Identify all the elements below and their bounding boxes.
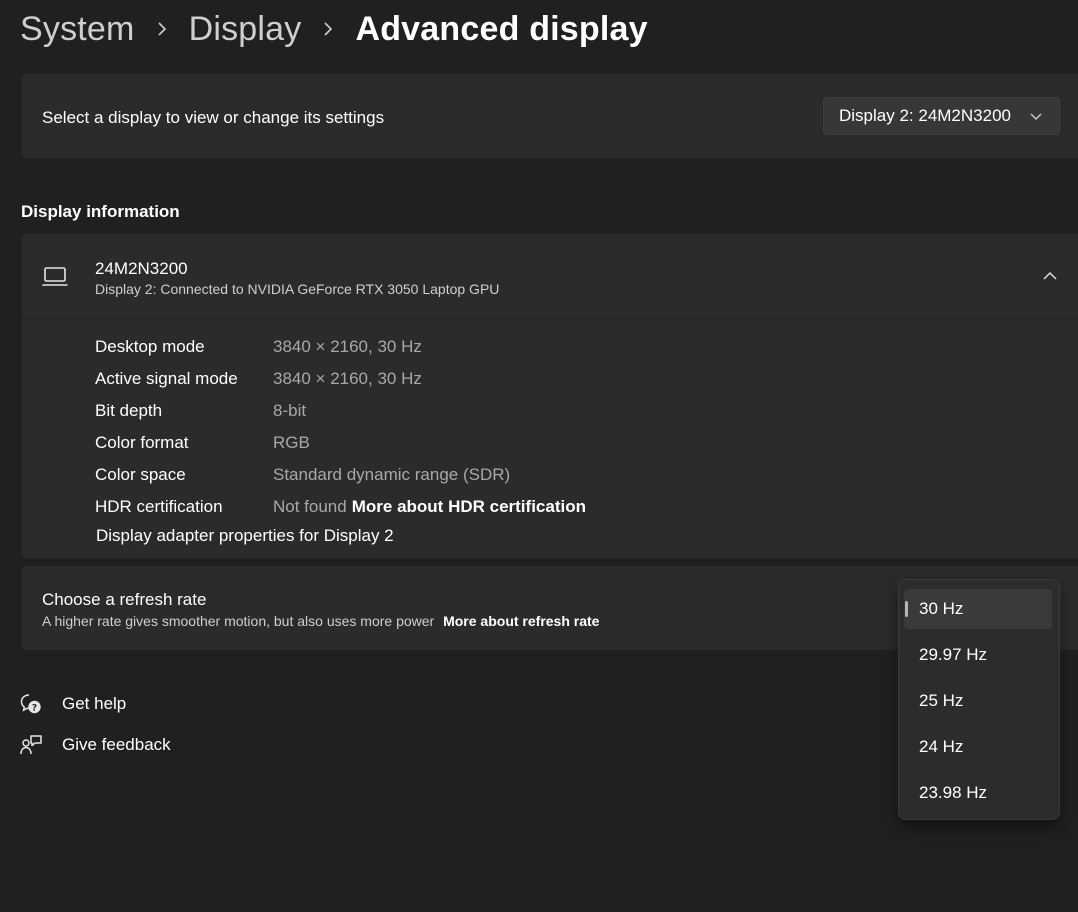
info-row-desktop-mode: Desktop mode 3840 × 2160, 30 Hz	[95, 331, 586, 363]
laptop-icon	[42, 267, 68, 286]
refresh-rate-title: Choose a refresh rate	[42, 590, 207, 609]
breadcrumb: System Display Advanced display	[20, 6, 648, 52]
page-title: Advanced display	[355, 10, 648, 48]
info-row-active-signal-mode: Active signal mode 3840 × 2160, 30 Hz	[95, 363, 586, 395]
info-key: Color space	[95, 465, 186, 484]
display-select-dropdown[interactable]: Display 2: 24M2N3200	[823, 97, 1060, 135]
breadcrumb-display[interactable]: Display	[189, 7, 302, 51]
display-name: 24M2N3200	[95, 259, 188, 278]
chevron-up-icon[interactable]	[1042, 268, 1058, 284]
chevron-right-icon	[301, 22, 355, 36]
info-row-color-format: Color format RGB	[95, 427, 586, 459]
display-info-details: Desktop mode 3840 × 2160, 30 Hz Active s…	[22, 319, 1078, 558]
refresh-option-label: 24 Hz	[919, 737, 964, 756]
info-value: Standard dynamic range (SDR)	[273, 465, 511, 484]
refresh-option-23-98hz[interactable]: 23.98 Hz	[904, 773, 1052, 813]
chevron-down-icon	[1030, 113, 1042, 120]
refresh-rate-dropdown-menu: 30 Hz 29.97 Hz 25 Hz 24 Hz 23.98 Hz	[898, 579, 1060, 820]
display-info-rows: Desktop mode 3840 × 2160, 30 Hz Active s…	[95, 331, 586, 523]
info-value: RGB	[273, 433, 310, 452]
info-row-hdr-certification: HDR certification Not found More about H…	[95, 491, 586, 523]
display-select-value: Display 2: 24M2N3200	[839, 106, 1011, 125]
info-key: Active signal mode	[95, 369, 238, 388]
refresh-option-25hz[interactable]: 25 Hz	[904, 681, 1052, 721]
info-row-bit-depth: Bit depth 8-bit	[95, 395, 586, 427]
display-connection: Display 2: Connected to NVIDIA GeForce R…	[95, 281, 500, 297]
refresh-option-29-97hz[interactable]: 29.97 Hz	[904, 635, 1052, 675]
refresh-option-30hz[interactable]: 30 Hz	[904, 589, 1052, 629]
selection-indicator	[905, 601, 908, 617]
help-chat-icon: ?	[20, 694, 41, 714]
advanced-display-page: System Display Advanced display Select a…	[0, 0, 1078, 912]
info-key: Color format	[95, 433, 189, 452]
svg-text:?: ?	[32, 704, 37, 714]
info-value: 3840 × 2160, 30 Hz	[273, 369, 422, 388]
display-information-heading: Display information	[21, 202, 180, 221]
info-key: Bit depth	[95, 401, 163, 420]
feedback-icon	[20, 735, 42, 755]
refresh-rate-description-text: A higher rate gives smoother motion, but…	[42, 613, 435, 629]
info-value: 8-bit	[273, 401, 307, 420]
info-key: Desktop mode	[95, 337, 205, 356]
hdr-certification-link[interactable]: More about HDR certification	[352, 497, 586, 517]
info-key: HDR certification	[95, 497, 223, 516]
give-feedback-link[interactable]: Give feedback	[20, 734, 171, 756]
breadcrumb-system[interactable]: System	[20, 7, 135, 51]
get-help-link[interactable]: ? Get help	[20, 693, 126, 715]
refresh-option-label: 29.97 Hz	[919, 645, 988, 664]
info-value: 3840 × 2160, 30 Hz	[273, 337, 422, 356]
refresh-rate-link[interactable]: More about refresh rate	[443, 613, 599, 629]
select-display-card: Select a display to view or change its s…	[22, 74, 1078, 158]
display-adapter-properties-link[interactable]: Display adapter properties for Display 2	[96, 526, 394, 546]
refresh-option-label: 25 Hz	[919, 691, 964, 710]
info-row-color-space: Color space Standard dynamic range (SDR)	[95, 459, 586, 491]
give-feedback-label: Give feedback	[62, 735, 171, 754]
select-display-label: Select a display to view or change its s…	[42, 108, 385, 127]
refresh-option-24hz[interactable]: 24 Hz	[904, 727, 1052, 767]
refresh-option-label: 23.98 Hz	[919, 783, 988, 802]
info-value: Not found	[273, 497, 347, 516]
refresh-rate-description: A higher rate gives smoother motion, but…	[42, 613, 599, 629]
get-help-label: Get help	[62, 694, 127, 713]
refresh-option-label: 30 Hz	[919, 599, 964, 618]
chevron-right-icon	[135, 22, 189, 36]
display-info-header[interactable]: 24M2N3200 Display 2: Connected to NVIDIA…	[22, 234, 1078, 318]
